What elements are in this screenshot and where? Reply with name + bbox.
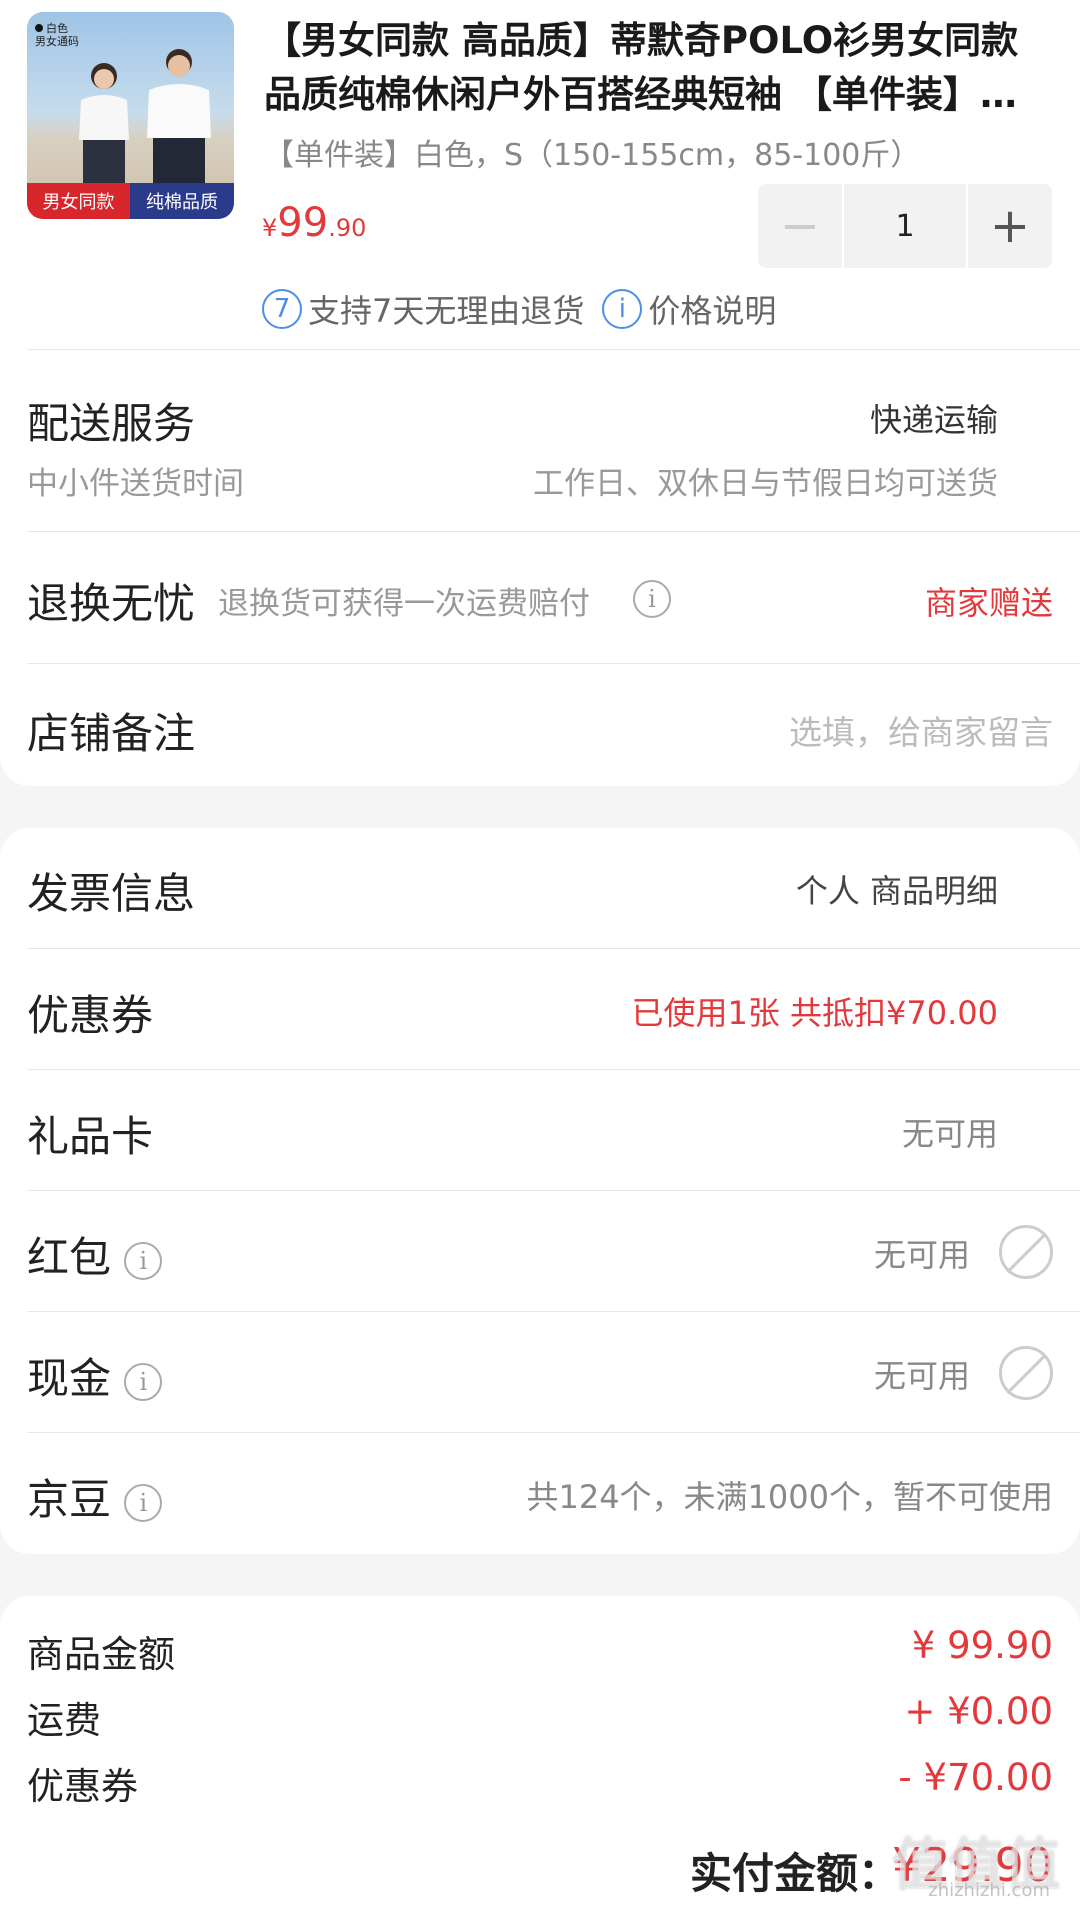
delivery-label: 配送服务 — [27, 399, 196, 448]
seven-day-return-text[interactable]: 支持7天无理由退货 — [308, 286, 584, 332]
divider — [27, 1432, 1080, 1433]
payment-options-card: 发票信息 个人 商品明细 优惠券 已使用1张 共抵扣¥70.00 礼品卡 无可用… — [0, 828, 1080, 1554]
divider — [27, 531, 1080, 532]
price-info-link[interactable]: 价格说明 — [648, 286, 776, 332]
quantity-input[interactable]: 1 — [844, 184, 966, 268]
divider — [27, 1069, 1080, 1070]
delivery-time-label: 中小件送货时间 — [27, 466, 244, 502]
image-tag: 白色 男女通码 — [35, 22, 79, 48]
total-amount-label: 实付金额： — [690, 1849, 901, 1898]
coupon-label: 优惠券 — [27, 991, 154, 1040]
jingdou-label: 京豆 i — [27, 1466, 163, 1527]
product-image[interactable]: 白色 男女通码 男女同款 纯棉品质 — [27, 12, 234, 219]
divider — [27, 1311, 1080, 1312]
product-variant[interactable]: 【单件装】白色，S（150-155cm，85-100斤） — [264, 130, 920, 174]
redpacket-info-icon[interactable]: i — [124, 1241, 163, 1280]
divider — [27, 349, 1080, 350]
redpacket-unavailable-icon — [999, 1225, 1053, 1279]
decrease-quantity-button[interactable]: − — [758, 184, 842, 268]
cash-label: 现金 i — [27, 1345, 163, 1406]
image-banner: 男女同款 纯棉品质 — [27, 183, 234, 219]
redpacket-value: 无可用 — [873, 1236, 970, 1274]
coupon-discount-value: - ¥70.00 — [898, 1756, 1053, 1799]
quantity-stepper: − 1 + — [758, 184, 1052, 268]
watermark-url: zhizhizhi.com — [928, 1880, 1050, 1901]
invoice-value[interactable]: 个人 商品明细 — [796, 866, 998, 912]
product-services: 7 支持7天无理由退货 i 价格说明 — [262, 286, 776, 332]
redpacket-label: 红包 i — [27, 1224, 163, 1285]
shipping-fee-value: + ¥0.00 — [904, 1690, 1053, 1733]
divider — [27, 1190, 1080, 1191]
exchange-value: 商家赠送 — [924, 584, 1053, 622]
giftcard-value[interactable]: 无可用 — [902, 1109, 998, 1155]
cash-value: 无可用 — [873, 1357, 970, 1395]
divider — [27, 948, 1080, 949]
delivery-method[interactable]: 快递运输 — [870, 395, 998, 441]
cash-info-icon[interactable]: i — [124, 1362, 163, 1401]
giftcard-label: 礼品卡 — [27, 1112, 154, 1161]
exchange-label: 退换无忧 — [27, 579, 196, 628]
coupon-value[interactable]: 已使用1张 共抵扣¥70.00 — [631, 988, 998, 1034]
delivery-time-value[interactable]: 工作日、双休日与节假日均可送货 — [533, 458, 998, 503]
product-title[interactable]: 【男女同款 高品质】蒂默奇POLO衫男女同款品质纯棉休闲户外百搭经典短袖 【单件… — [264, 14, 1034, 122]
coupon-discount-label: 优惠券 — [27, 1765, 138, 1808]
goods-amount-label: 商品金额 — [27, 1633, 175, 1676]
cash-unavailable-icon — [999, 1346, 1053, 1400]
product-price: ¥99.90 — [262, 200, 367, 246]
model-male-figure — [147, 49, 211, 186]
price-info-icon: i — [602, 289, 643, 329]
goods-amount-value: ¥ 99.90 — [911, 1624, 1053, 1667]
store-note-input[interactable]: 选填，给商家留言 — [789, 706, 1053, 754]
increase-quantity-button[interactable]: + — [968, 184, 1052, 268]
store-note-label: 店铺备注 — [27, 709, 196, 758]
model-female-figure — [79, 63, 129, 185]
shipping-fee-label: 运费 — [27, 1699, 101, 1742]
seven-day-return-icon: 7 — [262, 289, 302, 329]
order-item-card: 白色 男女通码 男女同款 纯棉品质 【男女同款 高品质】蒂默奇POLO衫男女同款… — [0, 0, 1080, 786]
jingdou-info-icon[interactable]: i — [124, 1483, 163, 1522]
exchange-desc: 退换货可获得一次运费赔付 — [218, 586, 590, 622]
jingdou-value: 共124个，未满1000个，暂不可使用 — [526, 1478, 1053, 1516]
invoice-label: 发票信息 — [27, 869, 196, 918]
divider — [27, 663, 1080, 664]
exchange-info-icon[interactable]: i — [633, 580, 671, 618]
